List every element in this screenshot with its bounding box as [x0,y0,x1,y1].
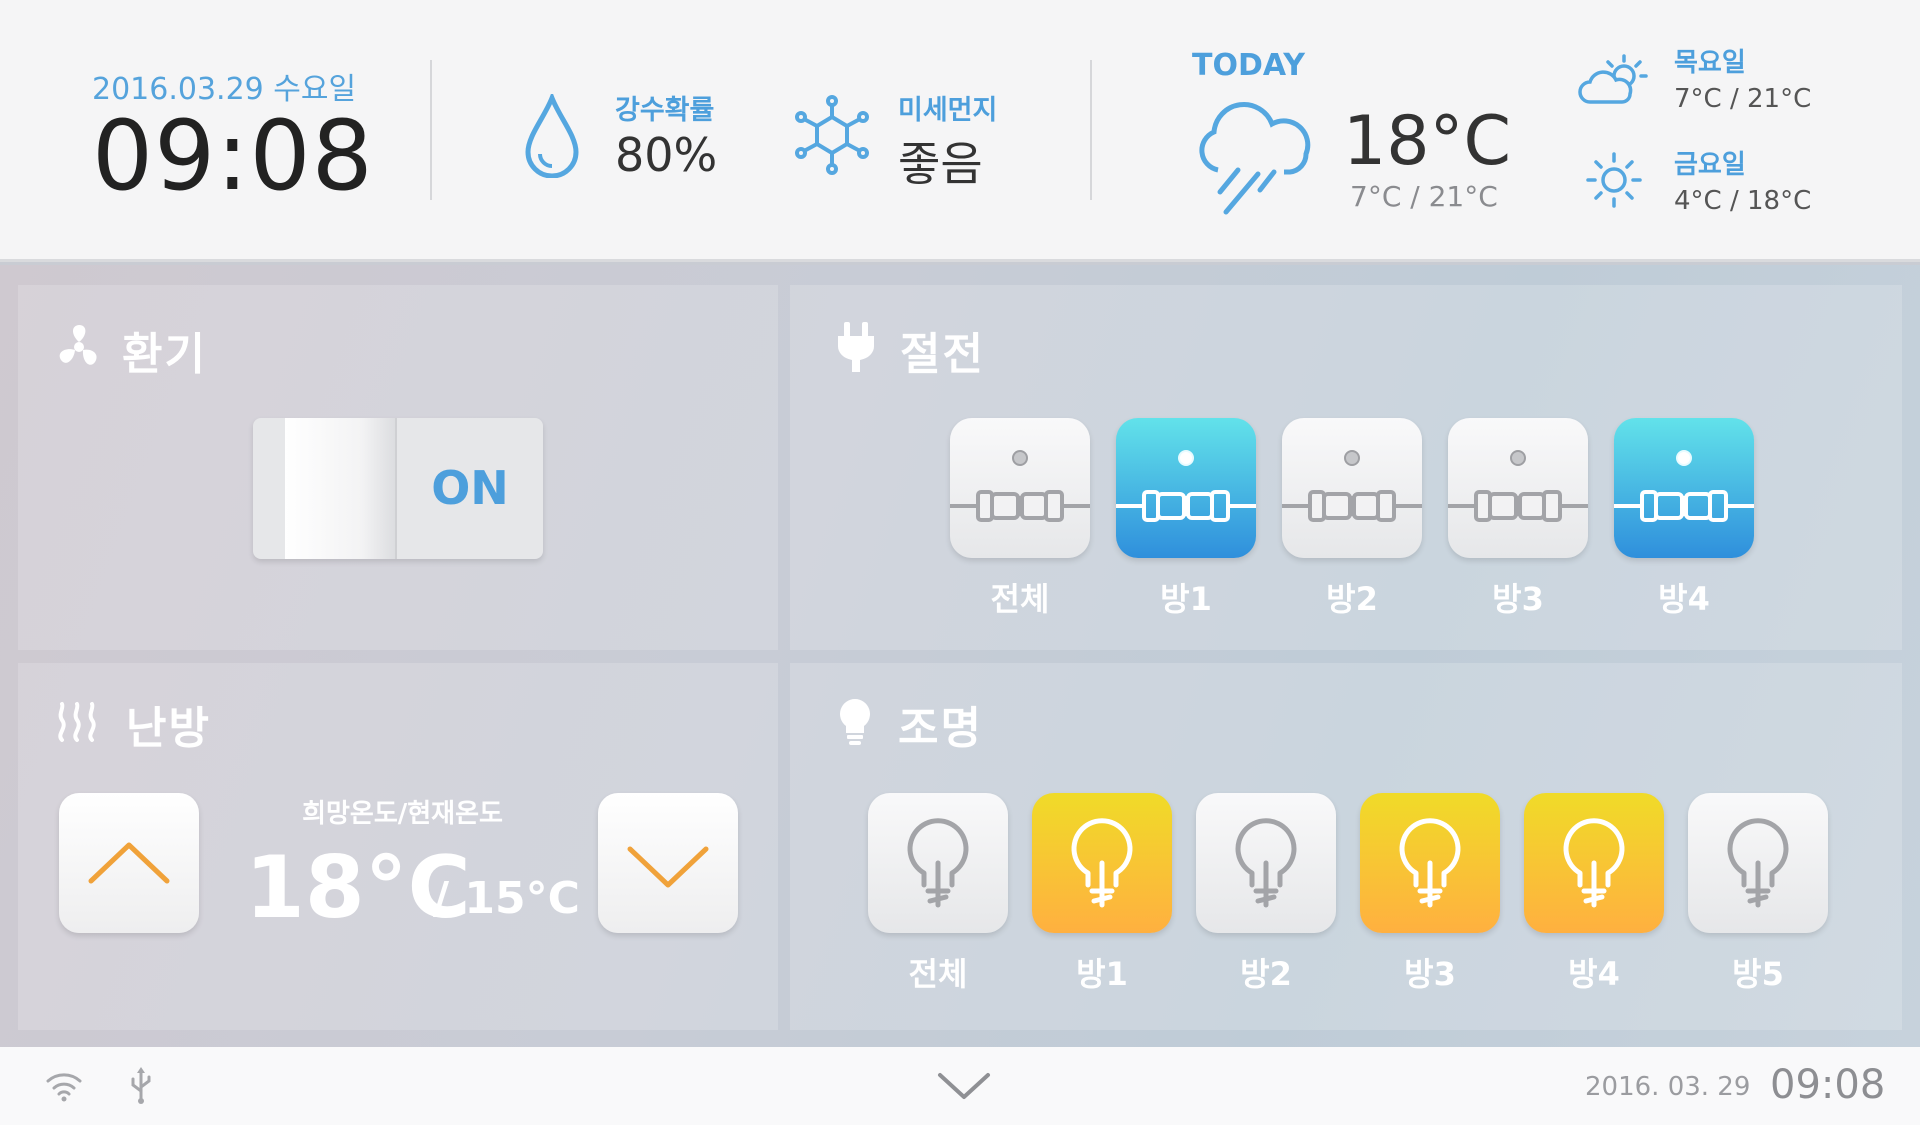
forecast-day: 금요일 [1674,150,1746,180]
power-tile[interactable] [1116,418,1256,558]
power-tile-label: 방4 [1658,580,1710,618]
wifi-icon [46,1073,82,1102]
partly-cloudy-icon [1578,54,1648,104]
today-temperature: 18°C [1343,102,1512,181]
power-tile-label: 방1 [1160,580,1212,618]
plug-icon [950,490,1090,522]
plug-icon [1614,490,1754,522]
footer-date: 2016. 03. 29 [1585,1072,1751,1102]
power-tile-label: 방3 [1492,580,1544,618]
rain-value: 80% [615,128,718,182]
light-tile-label: 방4 [1568,955,1620,993]
plug-icon [1448,490,1588,522]
light-tile-label: 방5 [1732,955,1784,993]
current-temperature: / 15°C [433,873,580,924]
power-tile[interactable] [1448,418,1588,558]
ventilation-toggle[interactable]: ON [253,418,543,559]
dust-label: 미세먼지 [898,95,998,126]
light-tile[interactable] [1360,793,1500,933]
plug-icon [837,322,875,372]
light-tile[interactable] [1524,793,1664,933]
light-tile[interactable] [1032,793,1172,933]
heating-label: 희망온도/현재온도 [302,799,503,829]
footer-time: 09:08 [1770,1062,1886,1108]
light-tile[interactable] [1196,793,1336,933]
temperature-down-button[interactable] [598,793,738,933]
bulb-icon [907,818,969,908]
power-tile[interactable] [1614,418,1754,558]
bulb-icon [1399,818,1461,908]
today-minmax: 7°C / 21°C [1350,180,1498,213]
ventilation-title: 환기 [122,329,207,380]
rain-cloud-icon [1199,102,1311,215]
toggle-state-label: ON [431,461,509,515]
light-tile-label: 전체 [908,955,968,993]
power-tile-label: 방2 [1326,580,1378,618]
temperature-up-button[interactable] [59,793,199,933]
lighting-title: 조명 [898,703,983,754]
expand-panel-button[interactable] [934,1065,994,1105]
dust-molecule-icon [795,95,869,175]
divider [1090,60,1092,200]
chevron-down-icon [627,846,709,888]
heat-waves-icon [58,702,96,742]
light-tile-label: 방1 [1076,955,1128,993]
weather-header: 2016.03.29 수요일 09:08 강수확률 80% 미세먼지 좋음 TO… [0,0,1920,262]
bulb-icon [1727,818,1789,908]
light-tile-label: 방3 [1404,955,1456,993]
light-tile[interactable] [1688,793,1828,933]
dust-value: 좋음 [898,137,983,191]
plug-icon [1282,490,1422,522]
forecast-temps: 7°C / 21°C [1674,84,1812,114]
plug-icon [1116,490,1256,522]
light-tile-label: 방2 [1240,955,1292,993]
toggle-knob[interactable] [285,418,397,559]
water-drop-icon [525,94,579,178]
power-tile[interactable] [1282,418,1422,558]
fan-icon [59,325,97,365]
light-tile[interactable] [868,793,1008,933]
power-saving-title: 절전 [900,329,985,380]
heating-title: 난방 [126,703,211,754]
today-label: TODAY [1192,48,1305,83]
bulb-icon [1563,818,1625,908]
rain-label: 강수확률 [615,95,715,126]
usb-icon [131,1067,151,1104]
power-tile[interactable] [950,418,1090,558]
sun-icon [1586,152,1642,208]
bulb-icon [1235,818,1297,908]
header-time: 09:08 [92,100,374,212]
bulb-icon [840,699,870,745]
divider [430,60,432,200]
chevron-up-icon [88,842,170,884]
forecast-day: 목요일 [1674,48,1746,78]
forecast-temps: 4°C / 18°C [1674,186,1812,216]
power-tile-label: 전체 [990,580,1050,618]
bulb-icon [1071,818,1133,908]
